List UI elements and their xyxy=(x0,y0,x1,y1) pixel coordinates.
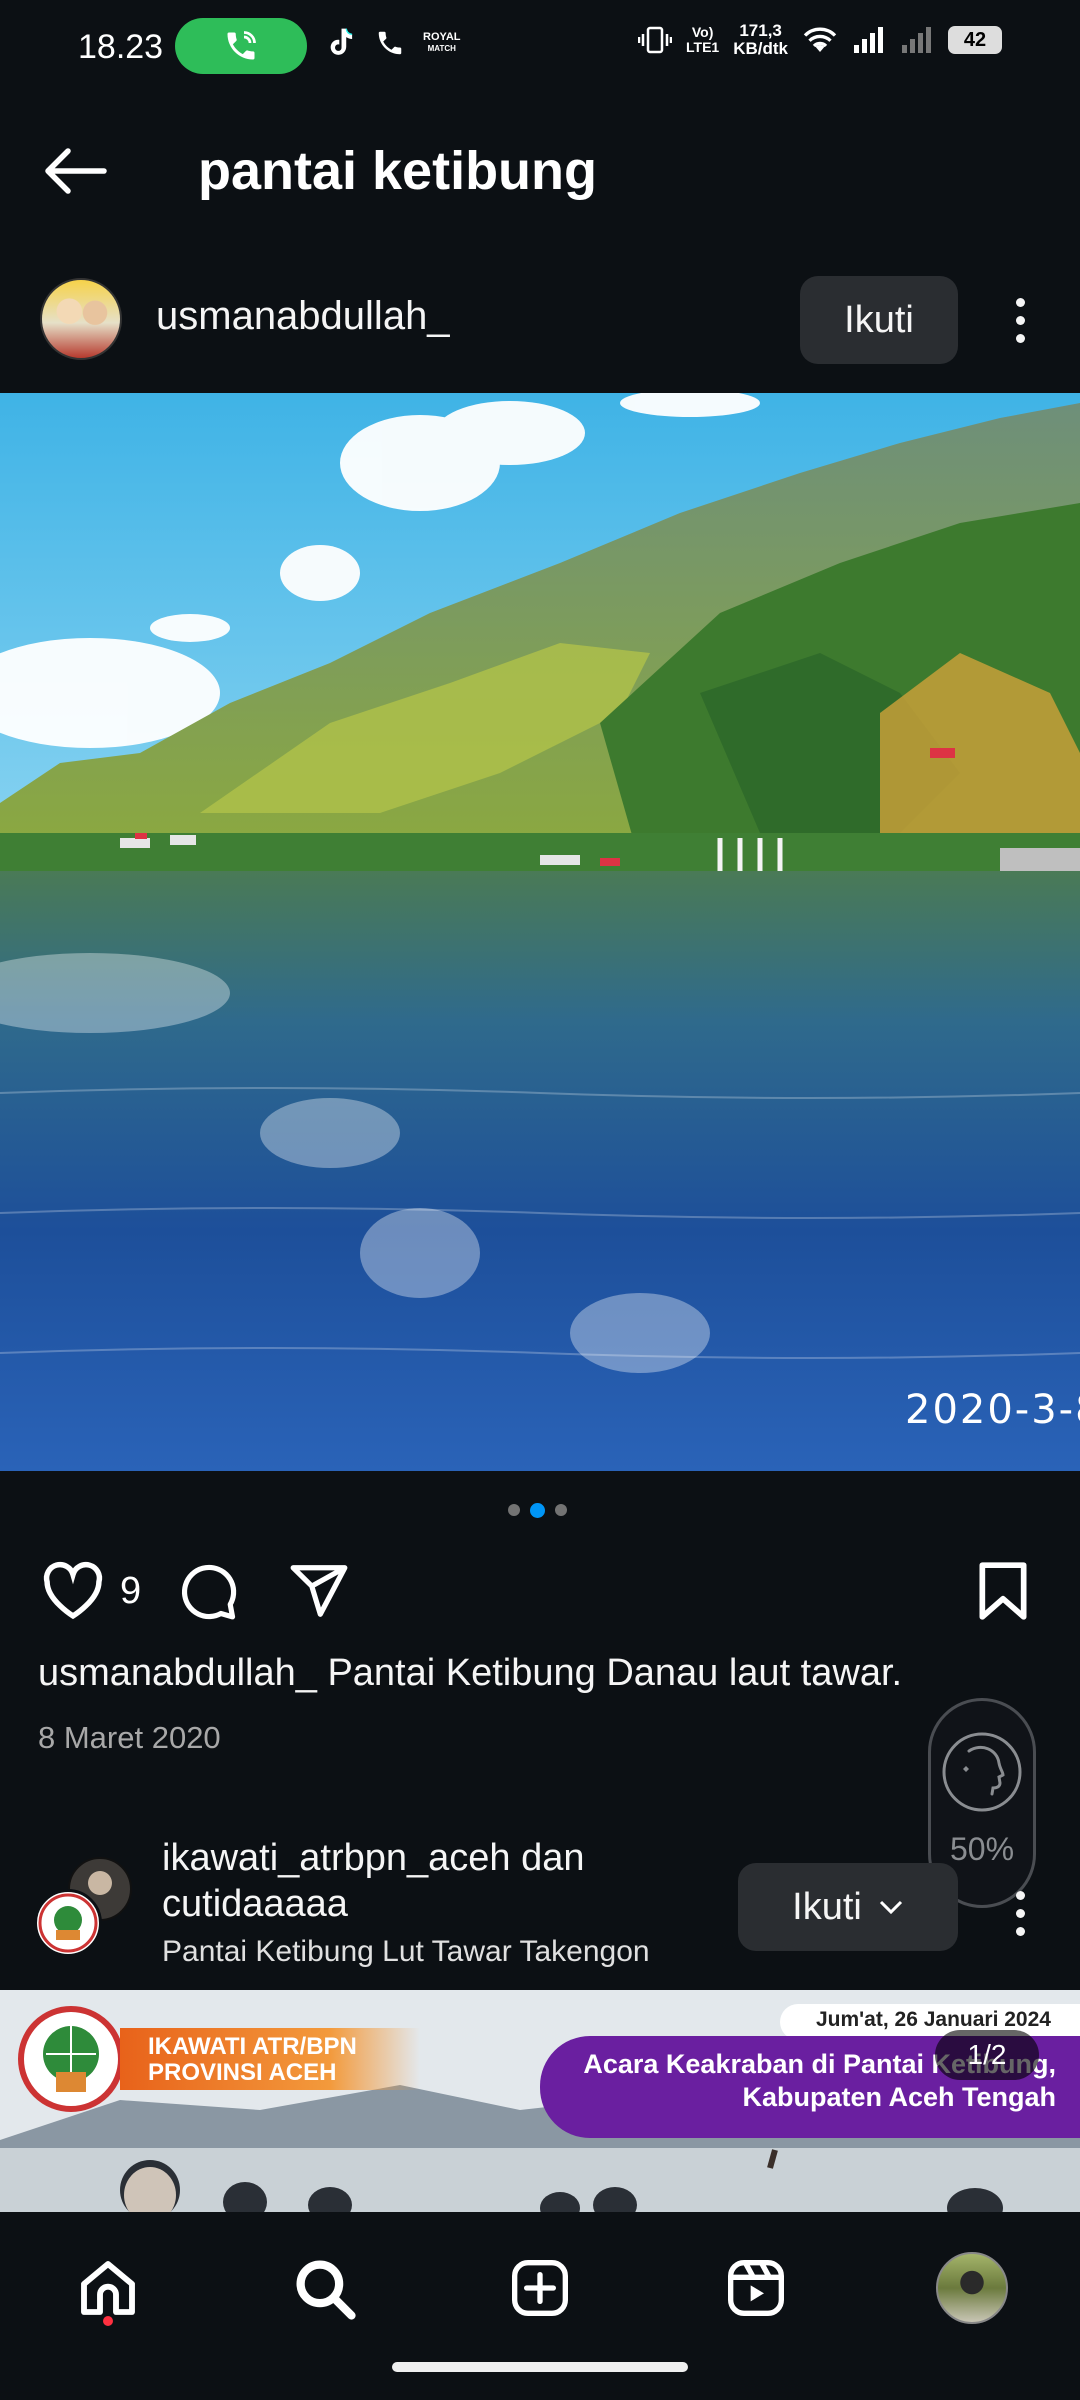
post-username[interactable]: usmanabdullah_ xyxy=(156,294,450,339)
wifi-icon xyxy=(803,27,837,52)
face-profile-icon xyxy=(942,1732,1022,1812)
follow-dropdown-button[interactable]: Ikuti xyxy=(738,1863,958,1951)
bookmark-icon xyxy=(979,1562,1027,1620)
nav-create[interactable] xyxy=(500,2248,580,2328)
data-rate-unit: KB/dtk xyxy=(733,39,788,58)
signal-strength-icon-sim1 xyxy=(854,27,883,53)
ongoing-call-pill[interactable] xyxy=(175,18,307,74)
data-rate-value: 171,3 xyxy=(739,21,782,40)
event-date: Jum'at, 26 Januari 2024 xyxy=(816,2008,1051,2031)
phone-wifi-icon xyxy=(227,31,256,60)
tiktok-icon xyxy=(330,28,353,55)
vibrate-icon xyxy=(638,26,673,54)
org-banner-line2: PROVINSI ACEH xyxy=(148,2059,337,2086)
suggested-usernames[interactable]: ikawati_atrbpn_aceh dan cutidaaaaa xyxy=(162,1835,682,1927)
notification-dot xyxy=(103,2316,113,2326)
suggested-post-header: ikawati_atrbpn_aceh dan cutidaaaaa Panta… xyxy=(0,1835,1080,1990)
volte-bottom: LTE1 xyxy=(686,39,720,55)
page-title: pantai ketibung xyxy=(198,141,598,201)
carousel-indicator xyxy=(508,1503,567,1518)
post-header: usmanabdullah_ Ikuti xyxy=(0,260,1080,380)
image-counter: 1/2 xyxy=(935,2030,1039,2080)
ikawati-logo-icon xyxy=(38,1893,98,1953)
royal-match-icon: ROYAL MATCH xyxy=(423,32,461,54)
battery-indicator: 42 xyxy=(948,26,1002,54)
nav-search[interactable] xyxy=(284,2248,364,2328)
data-rate: 171,3 KB/dtk xyxy=(733,22,788,58)
home-indicator[interactable] xyxy=(392,2362,688,2372)
royal-match-line2: MATCH xyxy=(427,44,456,53)
heart-icon xyxy=(43,1561,103,1620)
avatar[interactable] xyxy=(40,278,122,360)
lake-landscape-photo xyxy=(0,393,1080,1471)
volte-indicator: Vo) LTE1 xyxy=(686,25,719,55)
nav-reels[interactable] xyxy=(716,2248,796,2328)
post-image[interactable]: 2020-3-8 xyxy=(0,393,1080,1471)
top-bar: pantai ketibung xyxy=(0,96,1080,246)
create-icon xyxy=(512,2260,568,2316)
signal-strength-icon-sim2 xyxy=(902,27,931,53)
save-button[interactable] xyxy=(976,1560,1030,1622)
volte-top: Vo) xyxy=(691,24,714,40)
nav-profile[interactable] xyxy=(932,2248,1012,2328)
post-actions: 9 xyxy=(0,1550,1080,1630)
profile-avatar[interactable] xyxy=(936,2252,1008,2324)
more-options-icon[interactable] xyxy=(1010,1891,1030,1936)
send-icon xyxy=(290,1565,348,1617)
reels-icon xyxy=(728,2260,784,2316)
caption-text: Pantai Ketibung Danau laut tawar. xyxy=(316,1652,903,1694)
photo-timestamp: 2020-3-8 xyxy=(905,1387,1080,1433)
suggested-usernames-line1[interactable]: ikawati_atrbpn_aceh dan xyxy=(162,1835,682,1881)
comment-button[interactable] xyxy=(176,1560,240,1622)
home-icon xyxy=(81,2261,135,2315)
carousel-dot-active xyxy=(530,1503,545,1518)
likes-count[interactable]: 9 xyxy=(120,1570,141,1613)
avatar[interactable] xyxy=(34,1889,102,1957)
more-options-icon[interactable] xyxy=(1010,298,1030,343)
carousel-dot xyxy=(508,1504,520,1516)
royal-match-line1: ROYAL xyxy=(423,31,461,43)
status-system-icons: Vo) LTE1 171,3 KB/dtk 42 xyxy=(638,22,1002,58)
follow-label: Ikuti xyxy=(792,1885,862,1928)
caption-username[interactable]: usmanabdullah_ xyxy=(38,1652,317,1694)
org-banner-text: IKAWATI ATR/BPN PROVINSI ACEH xyxy=(148,2034,357,2086)
ikawati-logo-icon xyxy=(18,2006,124,2112)
status-bar: 18.23 ROYAL MATCH Vo) LTE1 171,3 KB/dtk … xyxy=(0,0,1080,96)
status-time: 18.23 xyxy=(78,28,164,66)
event-title-line2: Kabupaten Aceh Tengah xyxy=(742,2082,1056,2112)
comment-icon xyxy=(181,1564,237,1620)
suggested-usernames-line2[interactable]: cutidaaaaa xyxy=(162,1881,682,1927)
chevron-down-icon xyxy=(879,1900,902,1915)
arrow-left-icon xyxy=(45,148,107,194)
org-banner-line1: IKAWATI ATR/BPN xyxy=(148,2033,357,2060)
post-location[interactable]: Pantai Ketibung Lut Tawar Takengon xyxy=(162,1935,650,1969)
follow-button[interactable]: Ikuti xyxy=(800,276,958,364)
post-caption: usmanabdullah_ Pantai Ketibung Danau lau… xyxy=(38,1652,902,1695)
like-button[interactable] xyxy=(40,1560,106,1620)
search-icon xyxy=(296,2260,356,2320)
phone-icon xyxy=(378,31,402,55)
share-button[interactable] xyxy=(286,1560,352,1622)
suggested-post-image[interactable]: IKAWATI ATR/BPN PROVINSI ACEH Jum'at, 26… xyxy=(0,1990,1080,2212)
back-button[interactable] xyxy=(40,146,110,196)
status-notification-icons: ROYAL MATCH xyxy=(325,26,461,60)
carousel-dot xyxy=(555,1504,567,1516)
post-date: 8 Maret 2020 xyxy=(38,1720,221,1755)
